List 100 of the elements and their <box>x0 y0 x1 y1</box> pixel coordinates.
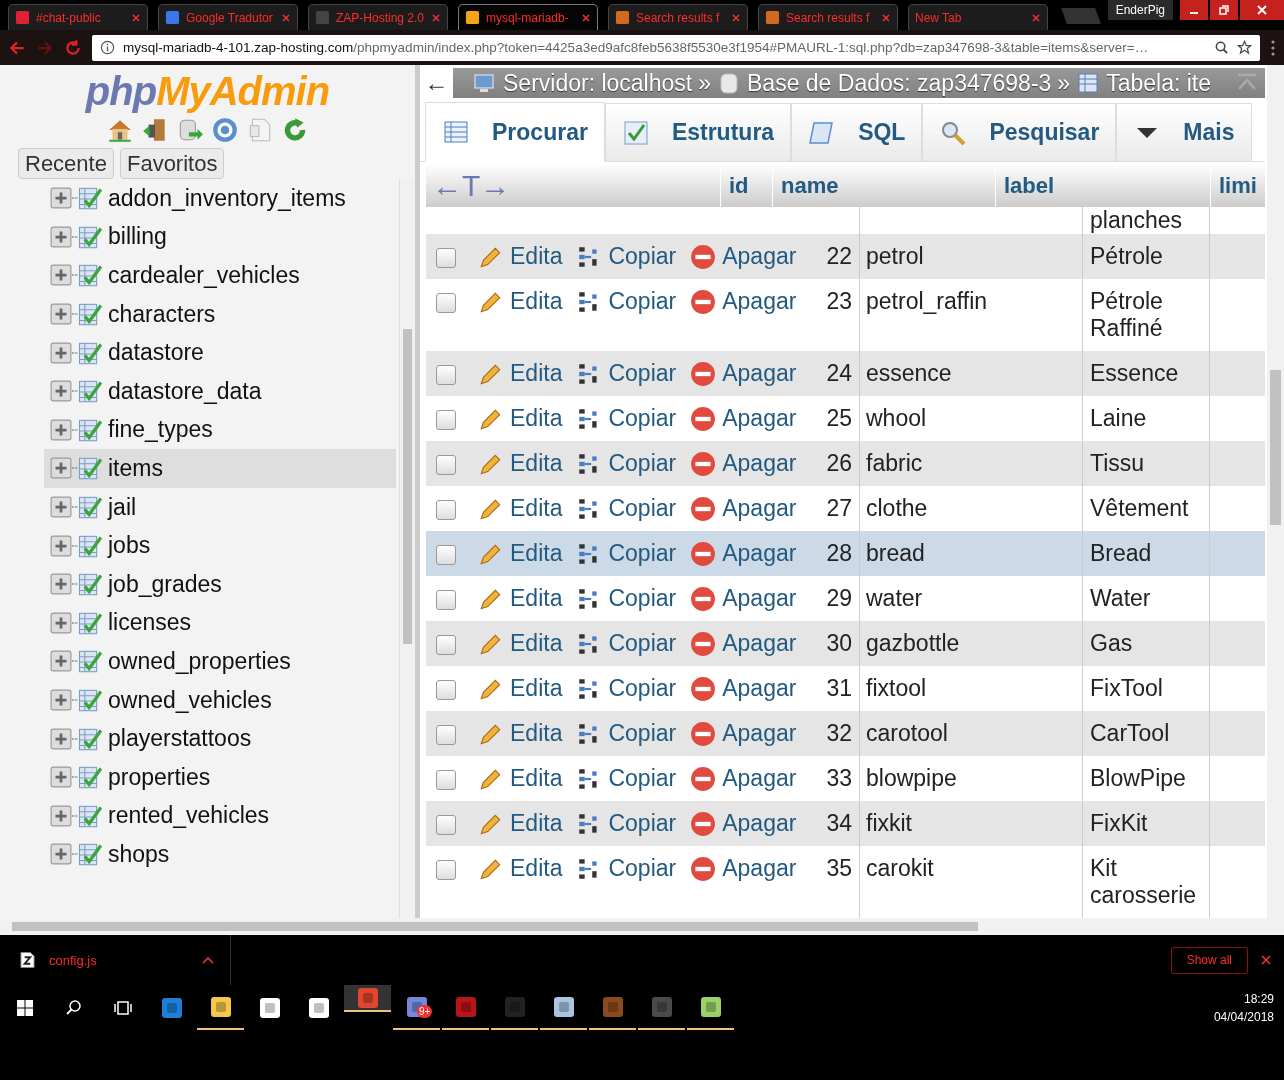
copy-link[interactable]: Copiar <box>576 855 677 882</box>
sidebar-tab[interactable]: Favoritos <box>119 148 225 179</box>
expand-icon[interactable] <box>50 264 72 287</box>
table-item[interactable]: owned_vehicles <box>44 680 396 720</box>
tab[interactable]: SQL <box>791 103 923 161</box>
expand-icon[interactable] <box>50 418 72 441</box>
table-item[interactable]: shops <box>44 835 396 874</box>
close-icon[interactable] <box>1031 12 1041 23</box>
expand-icon[interactable] <box>50 804 72 827</box>
tab[interactable]: Mais <box>1116 103 1252 161</box>
copy-link[interactable]: Copiar <box>576 765 677 792</box>
delete-link[interactable]: Apagar <box>690 405 797 432</box>
logo[interactable]: phpMyAdmin <box>85 69 330 114</box>
edit-link[interactable]: Edita <box>478 450 563 477</box>
expand-icon[interactable] <box>50 689 72 711</box>
edit-link[interactable]: Edita <box>478 855 563 882</box>
edit-link[interactable]: Edita <box>478 243 563 270</box>
close-icon[interactable] <box>881 12 891 23</box>
info-icon[interactable] <box>100 40 115 55</box>
checkbox[interactable] <box>436 410 456 430</box>
expand-icon[interactable] <box>50 534 72 557</box>
caret-icon[interactable] <box>202 956 214 964</box>
checkbox[interactable] <box>436 365 456 385</box>
expand-icon[interactable] <box>50 727 72 750</box>
expand-icon[interactable] <box>50 843 72 866</box>
checkbox[interactable] <box>436 860 456 880</box>
edit-link[interactable]: Edita <box>478 495 563 522</box>
checkbox[interactable] <box>436 635 456 655</box>
edit-link[interactable]: Edita <box>478 288 563 315</box>
reload-icon[interactable] <box>64 38 82 57</box>
delete-link[interactable]: Apagar <box>690 720 797 747</box>
expand-icon[interactable] <box>50 225 72 248</box>
copy-link[interactable]: Copiar <box>576 585 677 612</box>
star-icon[interactable] <box>1237 40 1252 55</box>
delete-link[interactable]: Apagar <box>690 630 797 657</box>
expand-icon[interactable] <box>50 303 72 326</box>
browser-tab[interactable]: ZAP-Hosting 2.0 <box>308 4 448 30</box>
copy-link[interactable]: Copiar <box>576 450 677 477</box>
checkbox[interactable] <box>436 770 456 790</box>
checkbox[interactable] <box>436 500 456 520</box>
browser-tab[interactable]: Search results f <box>758 4 898 30</box>
delete-link[interactable]: Apagar <box>690 810 797 837</box>
browser-tab[interactable]: Google Tradutor <box>158 4 298 30</box>
close-icon[interactable] <box>431 12 441 23</box>
browser-tab[interactable]: New Tab <box>908 4 1048 30</box>
delete-link[interactable]: Apagar <box>690 855 797 882</box>
minimize-button[interactable] <box>1180 0 1208 20</box>
delete-link[interactable]: Apagar <box>690 540 797 567</box>
edit-link[interactable]: Edita <box>478 630 563 657</box>
clock[interactable]: 18:29 04/04/2018 <box>1213 985 1284 1030</box>
edit-link[interactable]: Edita <box>478 765 563 792</box>
restore-button[interactable] <box>1210 0 1238 20</box>
taskbar-app[interactable] <box>344 985 391 1012</box>
table-item[interactable]: cardealer_vehicles <box>44 256 396 295</box>
delete-link[interactable]: Apagar <box>690 585 797 612</box>
edit-link[interactable]: Edita <box>478 810 563 837</box>
checkbox[interactable] <box>436 725 456 745</box>
scrollbar-thumb[interactable] <box>403 329 412 644</box>
scrollbar-track[interactable] <box>1267 65 1284 918</box>
expand-icon[interactable] <box>50 496 72 519</box>
close-icon[interactable] <box>131 12 141 23</box>
table-item[interactable]: licenses <box>44 603 396 643</box>
tab[interactable]: Pesquisar <box>922 103 1117 161</box>
copy-link[interactable]: Copiar <box>576 243 677 270</box>
copy-link[interactable]: Copiar <box>576 630 677 657</box>
back-button[interactable]: ← <box>420 68 453 98</box>
edit-link[interactable]: Edita <box>478 585 563 612</box>
copy-link[interactable]: Copiar <box>576 810 677 837</box>
expand-icon[interactable] <box>50 650 72 673</box>
edit-link[interactable]: Edita <box>478 540 563 567</box>
tab[interactable]: Procurar <box>425 102 605 162</box>
table-item[interactable]: characters <box>44 294 396 334</box>
checkbox[interactable] <box>436 455 456 475</box>
address-field[interactable]: mysql-mariadb-4-101.zap-hosting.com/phpmyadmin/index.php?token=4425a3ed9afc8feb5638f5530e3f1954#PMAURL-1:sql.php?db=zap347698-3&table=items&server=… <box>92 34 1260 61</box>
copy-link[interactable]: Copiar <box>576 360 677 387</box>
zoom-icon[interactable] <box>1214 40 1229 55</box>
table-item[interactable]: jobs <box>44 526 396 565</box>
table-item[interactable]: properties <box>44 757 396 797</box>
edit-link[interactable]: Edita <box>478 675 563 702</box>
expand-icon[interactable] <box>50 380 72 403</box>
close-icon[interactable] <box>281 12 291 23</box>
table-item[interactable]: datastore_data <box>44 371 396 411</box>
table-item[interactable]: jail <box>44 487 396 527</box>
close-icon[interactable] <box>1260 954 1272 966</box>
delete-link[interactable]: Apagar <box>690 675 797 702</box>
copy-link[interactable]: Copiar <box>576 720 677 747</box>
copy-link[interactable]: Copiar <box>576 288 677 315</box>
copy-link[interactable]: Copiar <box>576 675 677 702</box>
delete-link[interactable]: Apagar <box>690 243 797 270</box>
close-icon[interactable] <box>581 12 591 23</box>
expand-icon[interactable] <box>50 187 72 210</box>
table-item[interactable]: datastore <box>44 333 396 372</box>
table-item[interactable]: job_grades <box>44 564 396 604</box>
table-item[interactable]: items <box>44 449 396 488</box>
checkbox[interactable] <box>436 545 456 565</box>
browser-tab[interactable]: mysql-mariadb- <box>458 4 598 30</box>
close-button[interactable] <box>1240 0 1284 20</box>
copy-link[interactable]: Copiar <box>576 405 677 432</box>
edit-link[interactable]: Edita <box>478 405 563 432</box>
expand-icon[interactable] <box>50 611 72 634</box>
